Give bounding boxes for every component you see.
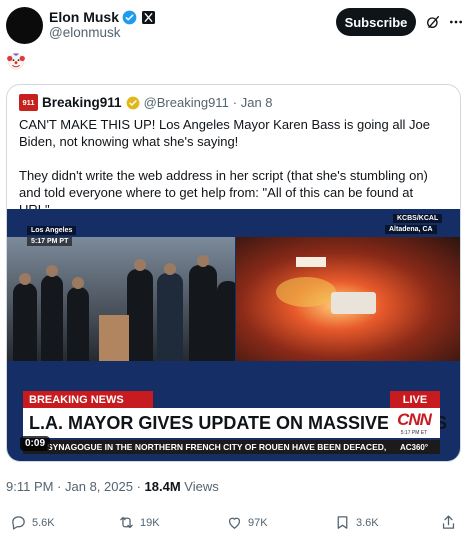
heart-icon: [228, 517, 241, 529]
like-button[interactable]: 97K: [226, 514, 268, 531]
person-figure: [41, 275, 63, 361]
bookmark-button[interactable]: 3.6K: [334, 514, 379, 531]
bookmark-icon: [337, 516, 348, 529]
person-figure: [127, 269, 153, 361]
podium: [99, 315, 129, 361]
clown-face-icon: [6, 51, 26, 71]
repost-button[interactable]: 19K: [118, 514, 160, 531]
person-figure: [13, 283, 37, 361]
fire-glow: [276, 277, 336, 307]
subscribe-button[interactable]: Subscribe: [336, 8, 416, 36]
author-name[interactable]: Elon Musk: [49, 9, 119, 25]
quoted-author-handle[interactable]: @Breaking911: [144, 95, 229, 110]
breaking911-logo: 911: [19, 94, 38, 111]
video-player[interactable]: Los Angeles 5:17 PM PT KCBS/KCAL Altaden…: [7, 209, 460, 461]
quoted-paragraph-1: CAN'T MAKE THIS UP! Los Angeles Mayor Ka…: [19, 117, 430, 149]
views-count: 18.4M: [144, 479, 181, 494]
location-right-label: Altadena, CA: [385, 225, 437, 234]
repost-icon: [120, 516, 133, 529]
cnn-logo-box: CNN 5:17 PM ET: [388, 408, 440, 438]
post-header: Elon Musk @elonmusk Subscribe: [0, 0, 471, 46]
quoted-author-name[interactable]: Breaking911: [42, 95, 122, 110]
meta-separator: ·: [136, 479, 145, 494]
vehicle: [331, 292, 376, 314]
avatar[interactable]: [6, 7, 43, 44]
person-head: [197, 255, 209, 267]
fire-scene-feed: [236, 237, 460, 361]
like-count: 97K: [248, 516, 268, 529]
more-options-icon[interactable]: [447, 14, 465, 30]
show-tag: AC360°: [388, 440, 440, 454]
verified-badge-icon: [122, 10, 137, 25]
news-ticker: SYNAGOGUE IN THE NORTHERN FRENCH CITY OF…: [23, 440, 388, 454]
views-label: Views: [184, 479, 219, 494]
post-timestamp[interactable]: 9:11 PM · Jan 8, 2025: [6, 479, 133, 494]
person-figure: [189, 265, 217, 361]
person-head: [19, 273, 31, 285]
person-head: [46, 265, 58, 277]
station-label: KCBS/KCAL: [393, 214, 443, 223]
cnn-time: 5:17 PM ET: [400, 430, 428, 436]
post-meta: 9:11 PM · Jan 8, 2025 · 18.4M Views: [6, 479, 219, 494]
author-handle[interactable]: @elonmusk: [49, 25, 120, 40]
grok-icon[interactable]: [425, 14, 441, 30]
sign: [296, 257, 326, 267]
share-icon: [442, 515, 455, 529]
person-head: [134, 259, 146, 271]
x-affiliate-icon: [142, 10, 156, 24]
action-bar: 5.6K 19K 97K 3.6K: [0, 510, 471, 536]
live-badge: LIVE: [390, 391, 440, 408]
quoted-post-header: 911 Breaking911 @Breaking911 · Jan 8: [19, 94, 273, 111]
bookmark-count: 3.6K: [356, 516, 379, 529]
breaking-news-banner: BREAKING NEWS: [23, 391, 153, 408]
person-figure: [157, 273, 183, 361]
share-button[interactable]: [440, 514, 457, 531]
repost-count: 19K: [140, 516, 160, 529]
reply-button[interactable]: 5.6K: [10, 514, 55, 531]
video-duration: 0:09: [20, 436, 51, 451]
location-label: Los Angeles: [27, 226, 77, 235]
gold-verified-badge-icon: [126, 96, 140, 110]
person-figure: [67, 287, 89, 361]
time-label: 5:17 PM PT: [27, 237, 73, 246]
author-name-line: Elon Musk: [49, 9, 156, 25]
chyron-headline: L.A. MAYOR GIVES UPDATE ON MASSIVE FIRES: [23, 408, 447, 438]
reply-icon: [12, 516, 25, 530]
person-figure: [217, 281, 235, 361]
press-conference-feed: [7, 237, 235, 361]
cnn-logo: CNN: [397, 410, 432, 429]
person-head: [72, 277, 84, 289]
reply-count: 5.6K: [32, 516, 55, 529]
quoted-post[interactable]: 911 Breaking911 @Breaking911 · Jan 8 CAN…: [6, 84, 461, 462]
quoted-post-date: · Jan 8: [232, 95, 273, 110]
person-head: [164, 263, 176, 275]
